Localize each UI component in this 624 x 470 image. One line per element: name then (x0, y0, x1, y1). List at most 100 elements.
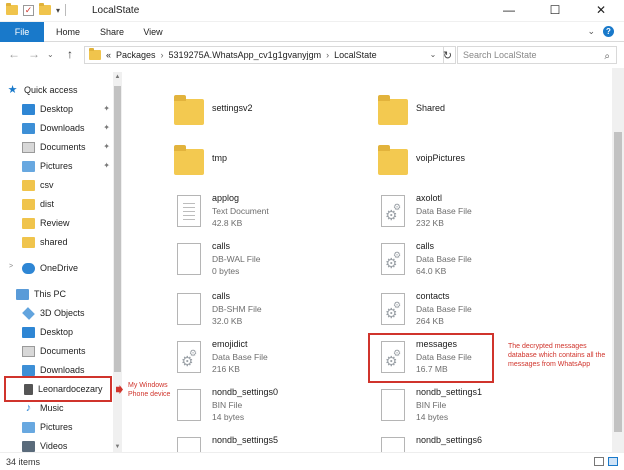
breadcrumb-localstate[interactable]: LocalState (334, 50, 377, 60)
music-icon: ♪ (25, 401, 32, 414)
refresh-button[interactable]: ↻ (440, 46, 456, 64)
sidebar-item-pictures[interactable]: Pictures ✦ (22, 157, 112, 175)
scroll-up-icon[interactable]: ▲ (113, 74, 122, 80)
sidebar-item-dist[interactable]: dist (22, 195, 112, 213)
file-size: 0 bytes (212, 266, 240, 276)
folder-icon (174, 145, 204, 175)
tab-file[interactable]: File (0, 22, 44, 42)
help-icon[interactable]: ? (603, 26, 614, 37)
file-size: 14 bytes (416, 412, 449, 422)
list-item[interactable]: Shared (378, 90, 548, 136)
file-name: calls (416, 241, 435, 251)
sidebar-item-shared[interactable]: shared (22, 233, 112, 251)
file-name: calls (212, 291, 231, 301)
scroll-down-icon[interactable]: ▼ (113, 444, 122, 450)
details-view-icon[interactable] (594, 457, 604, 466)
sidebar-scroll-thumb[interactable] (114, 86, 121, 372)
list-item[interactable]: nondb_settings6 (378, 432, 548, 452)
sidebar-item-pc-pictures[interactable]: Pictures (22, 418, 112, 436)
sidebar-item-quick-access[interactable]: ★ Quick access (6, 81, 118, 99)
sidebar-item-pc-documents[interactable]: Documents (22, 342, 112, 360)
tiles-view-icon[interactable] (608, 457, 618, 466)
pin-icon: ✦ (103, 142, 110, 151)
list-item[interactable]: ⚙ ⚙ emojidict Data Base File 216 KB (174, 336, 344, 382)
sidebar-scrollbar[interactable]: ▲ ▼ (113, 72, 122, 452)
file-name: voipPictures (416, 153, 466, 163)
folder-icon (89, 48, 101, 60)
blank-file-icon (381, 389, 405, 421)
tab-share[interactable]: Share (92, 22, 132, 42)
breadcrumb-separator[interactable]: › (326, 50, 329, 60)
sidebar-item-label: 3D Objects (40, 308, 85, 318)
file-list-scroll-thumb[interactable] (614, 132, 622, 432)
sidebar-item-onedrive[interactable]: > OneDrive (6, 259, 118, 277)
blank-file-icon (381, 437, 405, 452)
sidebar-item-csv[interactable]: csv (22, 176, 112, 194)
list-item[interactable]: ⚙ ⚙ calls Data Base File 64.0 KB (378, 238, 548, 284)
ribbon-tabs: File Home Share View ⌄ ? (0, 22, 624, 42)
breadcrumb-separator[interactable]: › (161, 50, 164, 60)
navigation-bar: ← → ⌄ ↑ « Packages › 5319275A.WhatsApp_c… (0, 42, 624, 68)
file-type: Data Base File (416, 206, 472, 216)
star-icon: ★ (7, 83, 18, 96)
tab-home[interactable]: Home (48, 22, 88, 42)
sidebar-item-review[interactable]: Review (22, 214, 112, 232)
recent-locations-button[interactable]: ⌄ (47, 50, 54, 59)
desktop-icon (22, 326, 35, 338)
device-highlight-box (4, 376, 112, 402)
breadcrumb-overflow[interactable]: « (106, 50, 111, 60)
address-bar[interactable]: « Packages › 5319275A.WhatsApp_cv1g1gvan… (84, 46, 444, 64)
expand-ribbon-icon[interactable]: ⌄ (587, 26, 595, 37)
sidebar-item-label: OneDrive (40, 263, 79, 273)
file-list: settingsv2 Shared tmp voipPictures applo… (122, 68, 612, 452)
folder-icon (378, 95, 408, 125)
sidebar-item-documents[interactable]: Documents ✦ (22, 138, 112, 156)
sidebar-item-this-pc[interactable]: This PC (6, 285, 118, 303)
file-type: Text Document (212, 206, 269, 216)
back-button[interactable]: ← (8, 47, 20, 61)
new-folder-icon[interactable] (39, 3, 51, 15)
properties-check-icon[interactable]: ✓ (23, 4, 34, 16)
list-item[interactable]: ⚙ ⚙ axolotl Data Base File 232 KB (378, 190, 548, 236)
list-item[interactable]: tmp (174, 140, 344, 186)
device-annotation: My Windows Phone device (128, 382, 171, 398)
blank-file-icon (177, 243, 201, 275)
tab-view[interactable]: View (136, 22, 170, 42)
expand-icon[interactable]: > (9, 263, 13, 270)
up-button[interactable]: ↑ (67, 47, 73, 61)
sidebar-item-3d-objects[interactable]: 3D Objects (22, 304, 112, 322)
sidebar-item-desktop[interactable]: Desktop ✦ (22, 100, 112, 118)
file-name: Shared (416, 103, 446, 113)
minimize-button[interactable]: — (486, 0, 532, 22)
list-item[interactable]: voipPictures (378, 140, 548, 186)
list-item[interactable]: calls DB-SHM File 32.0 KB (174, 288, 344, 334)
list-item[interactable]: applog Text Document 42.8 KB (174, 190, 344, 236)
forward-button[interactable]: → (28, 47, 40, 61)
search-input[interactable]: Search LocalState ⌕ (457, 46, 617, 64)
list-item[interactable]: nondb_settings1 BIN File 14 bytes (378, 384, 548, 430)
list-item[interactable]: nondb_settings5 (174, 432, 344, 452)
list-item[interactable]: settingsv2 (174, 90, 344, 136)
address-dropdown-icon[interactable]: ⌄ (426, 46, 440, 64)
list-item[interactable]: calls DB-WAL File 0 bytes (174, 238, 344, 284)
list-item[interactable]: nondb_settings0 BIN File 14 bytes (174, 384, 344, 430)
customize-toolbar-icon[interactable]: ▾ (56, 6, 60, 15)
toolbar-divider (65, 4, 67, 16)
file-list-scrollbar[interactable] (612, 68, 624, 452)
sidebar-item-label: Quick access (24, 85, 78, 95)
file-type: DB-WAL File (212, 254, 261, 264)
maximize-button[interactable]: ☐ (532, 0, 578, 22)
close-button[interactable]: ✕ (578, 0, 624, 22)
file-name: tmp (212, 153, 228, 163)
sidebar-item-label: shared (40, 237, 68, 247)
breadcrumb-packages[interactable]: Packages (116, 50, 156, 60)
list-item[interactable]: ⚙ ⚙ contacts Data Base File 264 KB (378, 288, 548, 334)
file-size: 264 KB (416, 316, 444, 326)
folder-icon[interactable] (6, 3, 18, 15)
breadcrumb-whatsapp[interactable]: 5319275A.WhatsApp_cv1g1gvanyjgm (169, 50, 322, 60)
sidebar-item-pc-desktop[interactable]: Desktop (22, 323, 112, 341)
sidebar-item-videos[interactable]: Videos (22, 437, 112, 452)
sidebar-item-downloads[interactable]: Downloads ✦ (22, 119, 112, 137)
file-name: contacts (416, 291, 450, 301)
documents-icon (22, 141, 35, 153)
